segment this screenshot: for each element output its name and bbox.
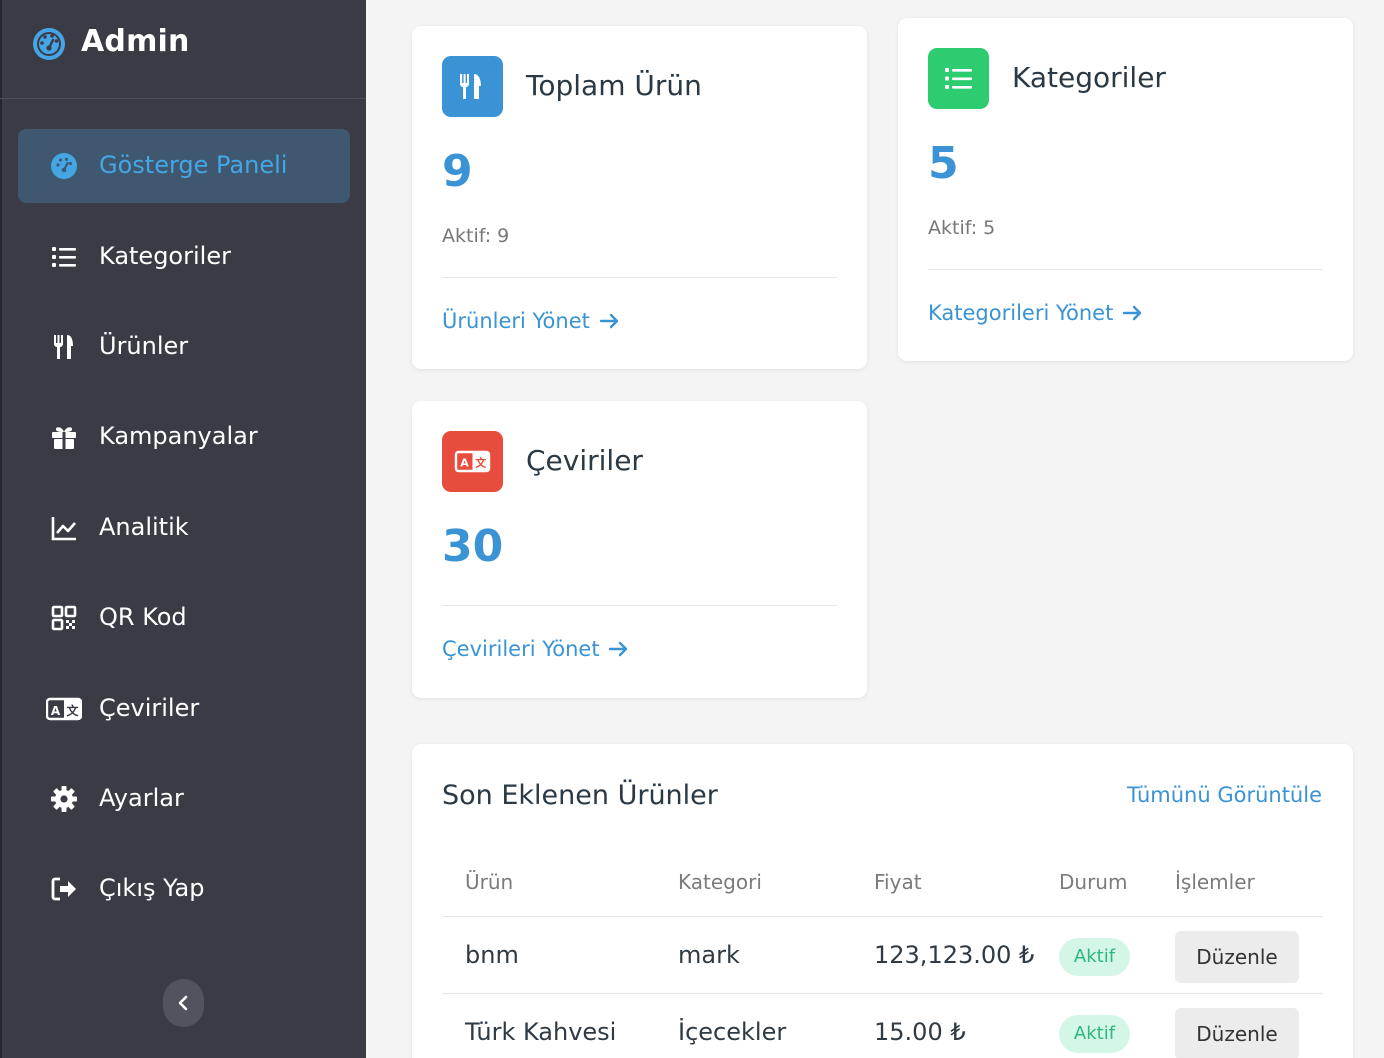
brand-title: Admin <box>81 24 190 59</box>
sidebar-item-label: Ürünler <box>99 332 189 360</box>
divider <box>928 269 1323 270</box>
card-title: Kategoriler <box>1012 61 1166 94</box>
cell-category: mark <box>678 941 740 969</box>
line-chart-icon <box>51 517 76 541</box>
sidebar-item-label: Gösterge Paneli <box>99 151 288 179</box>
svg-text:文: 文 <box>66 703 79 718</box>
column-header-product[interactable]: Ürün <box>465 870 513 894</box>
section-title: Son Eklenen Ürünler <box>442 780 718 811</box>
manage-categories-link[interactable]: Kategorileri Yönet <box>928 301 1144 325</box>
stat-card-translations: A 文 Çeviriler 30 Çevirileri Yönet <box>412 401 867 698</box>
sidebar-item-label: Analitik <box>99 513 189 541</box>
edit-button[interactable]: Düzenle <box>1175 1008 1299 1058</box>
card-icon-box <box>442 56 503 117</box>
card-subtext: Aktif: 5 <box>928 217 996 239</box>
logout-icon <box>51 877 76 901</box>
sidebar-item-categories[interactable]: Kategoriler <box>18 220 350 294</box>
manage-products-link[interactable]: Ürünleri Yönet <box>442 309 621 333</box>
recent-products-card: Son Eklenen Ürünler Tümünü Görüntüle Ürü… <box>412 744 1353 1058</box>
card-icon-box <box>928 48 989 109</box>
divider <box>442 277 837 278</box>
svg-text:文: 文 <box>475 456 487 470</box>
sidebar-item-label: Kampanyalar <box>99 422 258 450</box>
sidebar: Admin Gösterge Paneli Kategoriler Ürünle… <box>0 0 366 1058</box>
sidebar-item-campaigns[interactable]: Kampanyalar <box>18 400 350 474</box>
utensils-icon <box>54 335 73 359</box>
cell-price: 15.00 ₺ <box>874 1018 966 1046</box>
sidebar-item-label: QR Kod <box>99 603 187 631</box>
table-row-divider <box>442 993 1323 994</box>
arrow-right-icon <box>599 313 618 329</box>
sidebar-item-analytics[interactable]: Analitik <box>18 491 350 565</box>
sidebar-item-qr-code[interactable]: QR Kod <box>18 581 350 655</box>
language-icon: A 文 <box>454 450 491 473</box>
status-badge: Aktif <box>1059 1015 1130 1053</box>
dashboard-gauge-icon <box>33 28 65 60</box>
qrcode-icon <box>51 605 77 631</box>
card-value: 5 <box>928 138 959 189</box>
cell-product: Türk Kahvesi <box>465 1018 617 1046</box>
view-all-link[interactable]: Tümünü Görüntüle <box>1127 783 1322 807</box>
window-edge <box>0 0 2 1058</box>
sidebar-item-logout[interactable]: Çıkış Yap <box>18 852 350 926</box>
arrow-right-icon <box>609 641 628 657</box>
cell-price: 123,123.00 ₺ <box>874 941 1035 969</box>
stat-card-categories: Kategoriler 5 Aktif: 5 Kategorileri Yöne… <box>898 18 1353 361</box>
sidebar-item-products[interactable]: Ürünler <box>18 310 350 384</box>
svg-text:A: A <box>51 704 61 718</box>
stat-card-products: Toplam Ürün 9 Aktif: 9 Ürünleri Yönet <box>412 26 867 369</box>
gear-icon <box>51 786 77 812</box>
chevron-left-icon <box>178 995 188 1011</box>
status-badge: Aktif <box>1059 938 1130 976</box>
language-icon: A 文 <box>46 697 82 721</box>
arrow-right-icon <box>1122 305 1142 321</box>
table-header-divider <box>442 916 1323 917</box>
svg-text:A: A <box>460 457 469 470</box>
list-icon <box>52 247 76 267</box>
utensils-icon <box>460 74 481 99</box>
sidebar-item-label: Ayarlar <box>99 784 184 812</box>
sidebar-item-label: Çıkış Yap <box>99 874 205 902</box>
sidebar-item-label: Kategoriler <box>99 242 231 270</box>
column-header-category[interactable]: Kategori <box>678 870 762 894</box>
sidebar-item-translations[interactable]: A 文 Çeviriler <box>18 672 350 746</box>
cell-category: İçecekler <box>678 1018 787 1046</box>
edit-button[interactable]: Düzenle <box>1175 931 1299 983</box>
card-subtext: Aktif: 9 <box>442 225 510 247</box>
gift-icon <box>52 427 76 449</box>
sidebar-collapse-button[interactable] <box>163 979 204 1027</box>
column-header-actions: İşlemler <box>1175 870 1255 894</box>
cell-product: bnm <box>465 941 519 969</box>
column-header-status[interactable]: Durum <box>1059 870 1127 894</box>
column-header-price[interactable]: Fiyat <box>874 870 922 894</box>
list-icon <box>945 68 972 89</box>
divider <box>442 605 837 606</box>
card-icon-box: A 文 <box>442 431 503 492</box>
sidebar-item-settings[interactable]: Ayarlar <box>18 762 350 836</box>
sidebar-item-dashboard[interactable]: Gösterge Paneli <box>18 129 350 203</box>
sidebar-header: Admin <box>0 0 366 99</box>
card-value: 30 <box>442 521 504 572</box>
card-title: Toplam Ürün <box>526 69 702 102</box>
card-title: Çeviriler <box>526 444 643 477</box>
card-value: 9 <box>442 146 473 197</box>
dashboard-gauge-icon <box>51 153 77 179</box>
manage-translations-link[interactable]: Çevirileri Yönet <box>442 637 630 661</box>
sidebar-item-label: Çeviriler <box>99 694 200 722</box>
